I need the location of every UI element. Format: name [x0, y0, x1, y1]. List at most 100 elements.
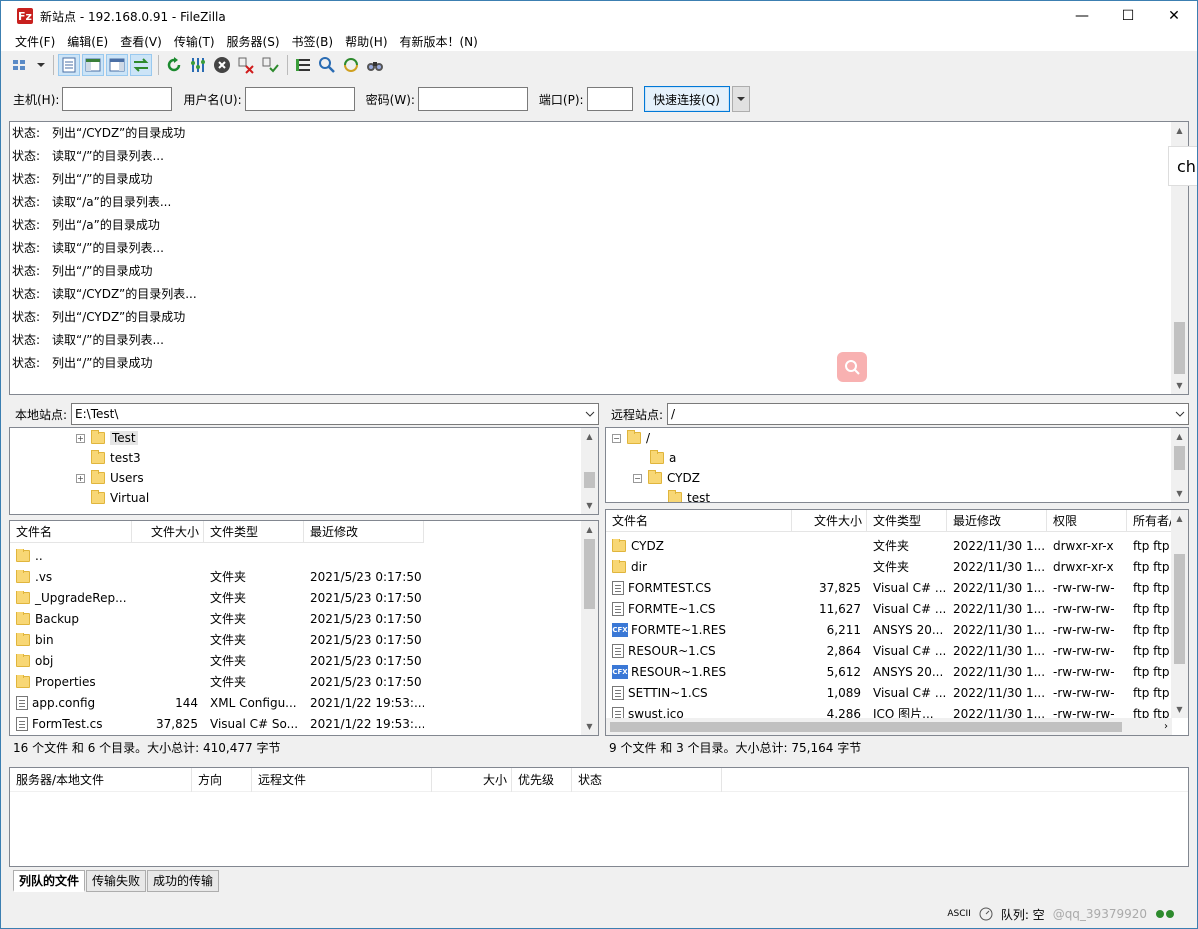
- scroll-up-icon[interactable]: ▲: [1171, 122, 1188, 139]
- quickconnect-button[interactable]: 快速连接(Q): [643, 86, 730, 112]
- table-row[interactable]: bin 文件夹 2021/5/23 0:17:50: [10, 629, 424, 650]
- scrollbar-thumb[interactable]: [610, 722, 1122, 732]
- refresh-icon[interactable]: [163, 54, 185, 76]
- tree-item[interactable]: test: [668, 488, 710, 502]
- local-list-scrollbar[interactable]: ▲ ▼: [581, 521, 598, 735]
- table-row[interactable]: app.config 144 XML Configu... 2021/1/22 …: [10, 692, 424, 713]
- directory-filter-icon[interactable]: [292, 54, 314, 76]
- speed-limit-icon[interactable]: [979, 907, 993, 921]
- table-row[interactable]: SETTIN~1.CS 1,089 Visual C# ... 2022/11/…: [606, 682, 1187, 703]
- column-header-direction[interactable]: 方向: [192, 767, 252, 792]
- remote-tree-scrollbar[interactable]: ▲ ▼: [1171, 428, 1188, 502]
- toggle-remote-tree-icon[interactable]: [106, 54, 128, 76]
- column-header-size[interactable]: 文件大小: [132, 521, 204, 543]
- chevron-down-icon[interactable]: [1175, 407, 1185, 421]
- column-header-type[interactable]: 文件类型: [204, 521, 304, 543]
- username-input[interactable]: [244, 87, 355, 111]
- quickconnect-history-dropdown[interactable]: [731, 86, 750, 112]
- table-row[interactable]: RESOUR~1.CS 2,864 Visual C# ... 2022/11/…: [606, 640, 1187, 661]
- table-row[interactable]: CYDZ 文件夹 2022/11/30 1... drwxr-xr-x ftp …: [606, 535, 1187, 556]
- password-input[interactable]: [417, 87, 528, 111]
- toggle-log-icon[interactable]: [58, 54, 80, 76]
- column-header-permissions[interactable]: 权限: [1047, 510, 1127, 532]
- column-header-filename[interactable]: 文件名: [10, 521, 132, 543]
- scroll-right-icon[interactable]: ›: [1164, 718, 1168, 735]
- table-row[interactable]: ..: [10, 545, 424, 566]
- column-header-type[interactable]: 文件类型: [867, 510, 947, 532]
- port-input[interactable]: [586, 87, 633, 111]
- menu-transfer[interactable]: 传输(T): [168, 33, 221, 50]
- collapse-icon[interactable]: −: [633, 473, 642, 483]
- tab-queued-files[interactable]: 列队的文件: [13, 870, 86, 892]
- floating-search-button[interactable]: [837, 352, 867, 382]
- scrollbar-thumb[interactable]: [1174, 322, 1185, 374]
- chevron-down-icon[interactable]: [585, 407, 595, 421]
- scroll-up-icon[interactable]: ▲: [581, 521, 598, 538]
- minimize-button[interactable]: —: [1059, 1, 1105, 31]
- scroll-down-icon[interactable]: ▼: [581, 497, 598, 514]
- host-input[interactable]: [62, 87, 173, 111]
- scroll-up-icon[interactable]: ▲: [581, 428, 598, 445]
- column-header-modified[interactable]: 最近修改: [947, 510, 1047, 532]
- scroll-down-icon[interactable]: ▼: [1171, 701, 1188, 718]
- collapse-icon[interactable]: −: [612, 433, 621, 443]
- menu-edit[interactable]: 编辑(E): [61, 33, 114, 50]
- table-row[interactable]: _UpgradeRep... 文件夹 2021/5/23 0:17:50: [10, 587, 424, 608]
- cancel-operation-icon[interactable]: [211, 54, 233, 76]
- tab-successful-transfers[interactable]: 成功的传输: [147, 870, 220, 892]
- tree-item[interactable]: Virtual: [91, 488, 149, 508]
- table-row[interactable]: FORMTE~1.CS 11,627 Visual C# ... 2022/11…: [606, 598, 1187, 619]
- tree-item[interactable]: − CYDZ: [633, 468, 700, 488]
- menu-view[interactable]: 查看(V): [114, 33, 168, 50]
- scrollbar-thumb[interactable]: [1174, 446, 1185, 470]
- column-header-remote-file[interactable]: 远程文件: [252, 767, 432, 792]
- menu-server[interactable]: 服务器(S): [221, 33, 286, 50]
- directory-compare-icon[interactable]: [316, 54, 338, 76]
- column-header-priority[interactable]: 优先级: [512, 767, 572, 792]
- table-row[interactable]: obj 文件夹 2021/5/23 0:17:50: [10, 650, 424, 671]
- toggle-local-tree-icon[interactable]: [82, 54, 104, 76]
- table-row[interactable]: Properties 文件夹 2021/5/23 0:17:50: [10, 671, 424, 692]
- table-row[interactable]: Backup 文件夹 2021/5/23 0:17:50: [10, 608, 424, 629]
- transfer-type-indicator[interactable]: ASCII: [947, 909, 970, 919]
- close-button[interactable]: ✕: [1151, 1, 1197, 31]
- column-header-size[interactable]: 大小: [432, 767, 512, 792]
- table-row[interactable]: FormTest.cs 37,825 Visual C# So... 2021/…: [10, 713, 424, 734]
- expand-icon[interactable]: +: [76, 433, 85, 443]
- tree-item[interactable]: − /: [612, 428, 650, 448]
- scrollbar-thumb[interactable]: [584, 539, 595, 609]
- table-row[interactable]: FORMTEST.CS 37,825 Visual C# ... 2022/11…: [606, 577, 1187, 598]
- expand-icon[interactable]: +: [76, 473, 85, 483]
- table-row[interactable]: CFX RESOUR~1.RES 5,612 ANSYS 20... 2022/1…: [606, 661, 1187, 682]
- scroll-down-icon[interactable]: ▼: [581, 718, 598, 735]
- site-manager-icon[interactable]: [11, 54, 33, 76]
- scrollbar-thumb[interactable]: [1174, 554, 1185, 664]
- tree-item[interactable]: + Users: [76, 468, 144, 488]
- column-header-modified[interactable]: 最近修改: [304, 521, 424, 543]
- scroll-up-icon[interactable]: ▲: [1171, 428, 1188, 445]
- remote-path-input[interactable]: /: [667, 403, 1189, 425]
- synchronized-browsing-icon[interactable]: [340, 54, 362, 76]
- search-files-icon[interactable]: [364, 54, 386, 76]
- tree-item[interactable]: test3: [91, 448, 141, 468]
- disconnect-icon[interactable]: [235, 54, 257, 76]
- column-header-server-local[interactable]: 服务器/本地文件: [10, 767, 192, 792]
- table-row[interactable]: .vs 文件夹 2021/5/23 0:17:50: [10, 566, 424, 587]
- menu-new-version[interactable]: 有新版本！(N): [394, 33, 484, 50]
- process-queue-icon[interactable]: [187, 54, 209, 76]
- remote-list-hscrollbar[interactable]: ›: [606, 718, 1172, 735]
- scroll-down-icon[interactable]: ▼: [1171, 377, 1188, 394]
- site-manager-dropdown-icon[interactable]: [35, 54, 47, 76]
- column-header-status[interactable]: 状态: [572, 767, 722, 792]
- menu-bookmarks[interactable]: 书签(B): [286, 33, 340, 50]
- remote-list-scrollbar[interactable]: ▲ ▼: [1171, 510, 1188, 718]
- local-tree-scrollbar[interactable]: ▲ ▼: [581, 428, 598, 514]
- tree-item[interactable]: + Test: [76, 428, 138, 448]
- toggle-queue-icon[interactable]: [130, 54, 152, 76]
- table-row[interactable]: dir 文件夹 2022/11/30 1... drwxr-xr-x ftp f…: [606, 556, 1187, 577]
- table-row[interactable]: CFX FORMTE~1.RES 6,211 ANSYS 20... 2022/1…: [606, 619, 1187, 640]
- scrollbar-thumb[interactable]: [584, 472, 595, 488]
- column-header-filename[interactable]: 文件名: [606, 510, 792, 532]
- maximize-button[interactable]: ☐: [1105, 1, 1151, 31]
- reconnect-icon[interactable]: [259, 54, 281, 76]
